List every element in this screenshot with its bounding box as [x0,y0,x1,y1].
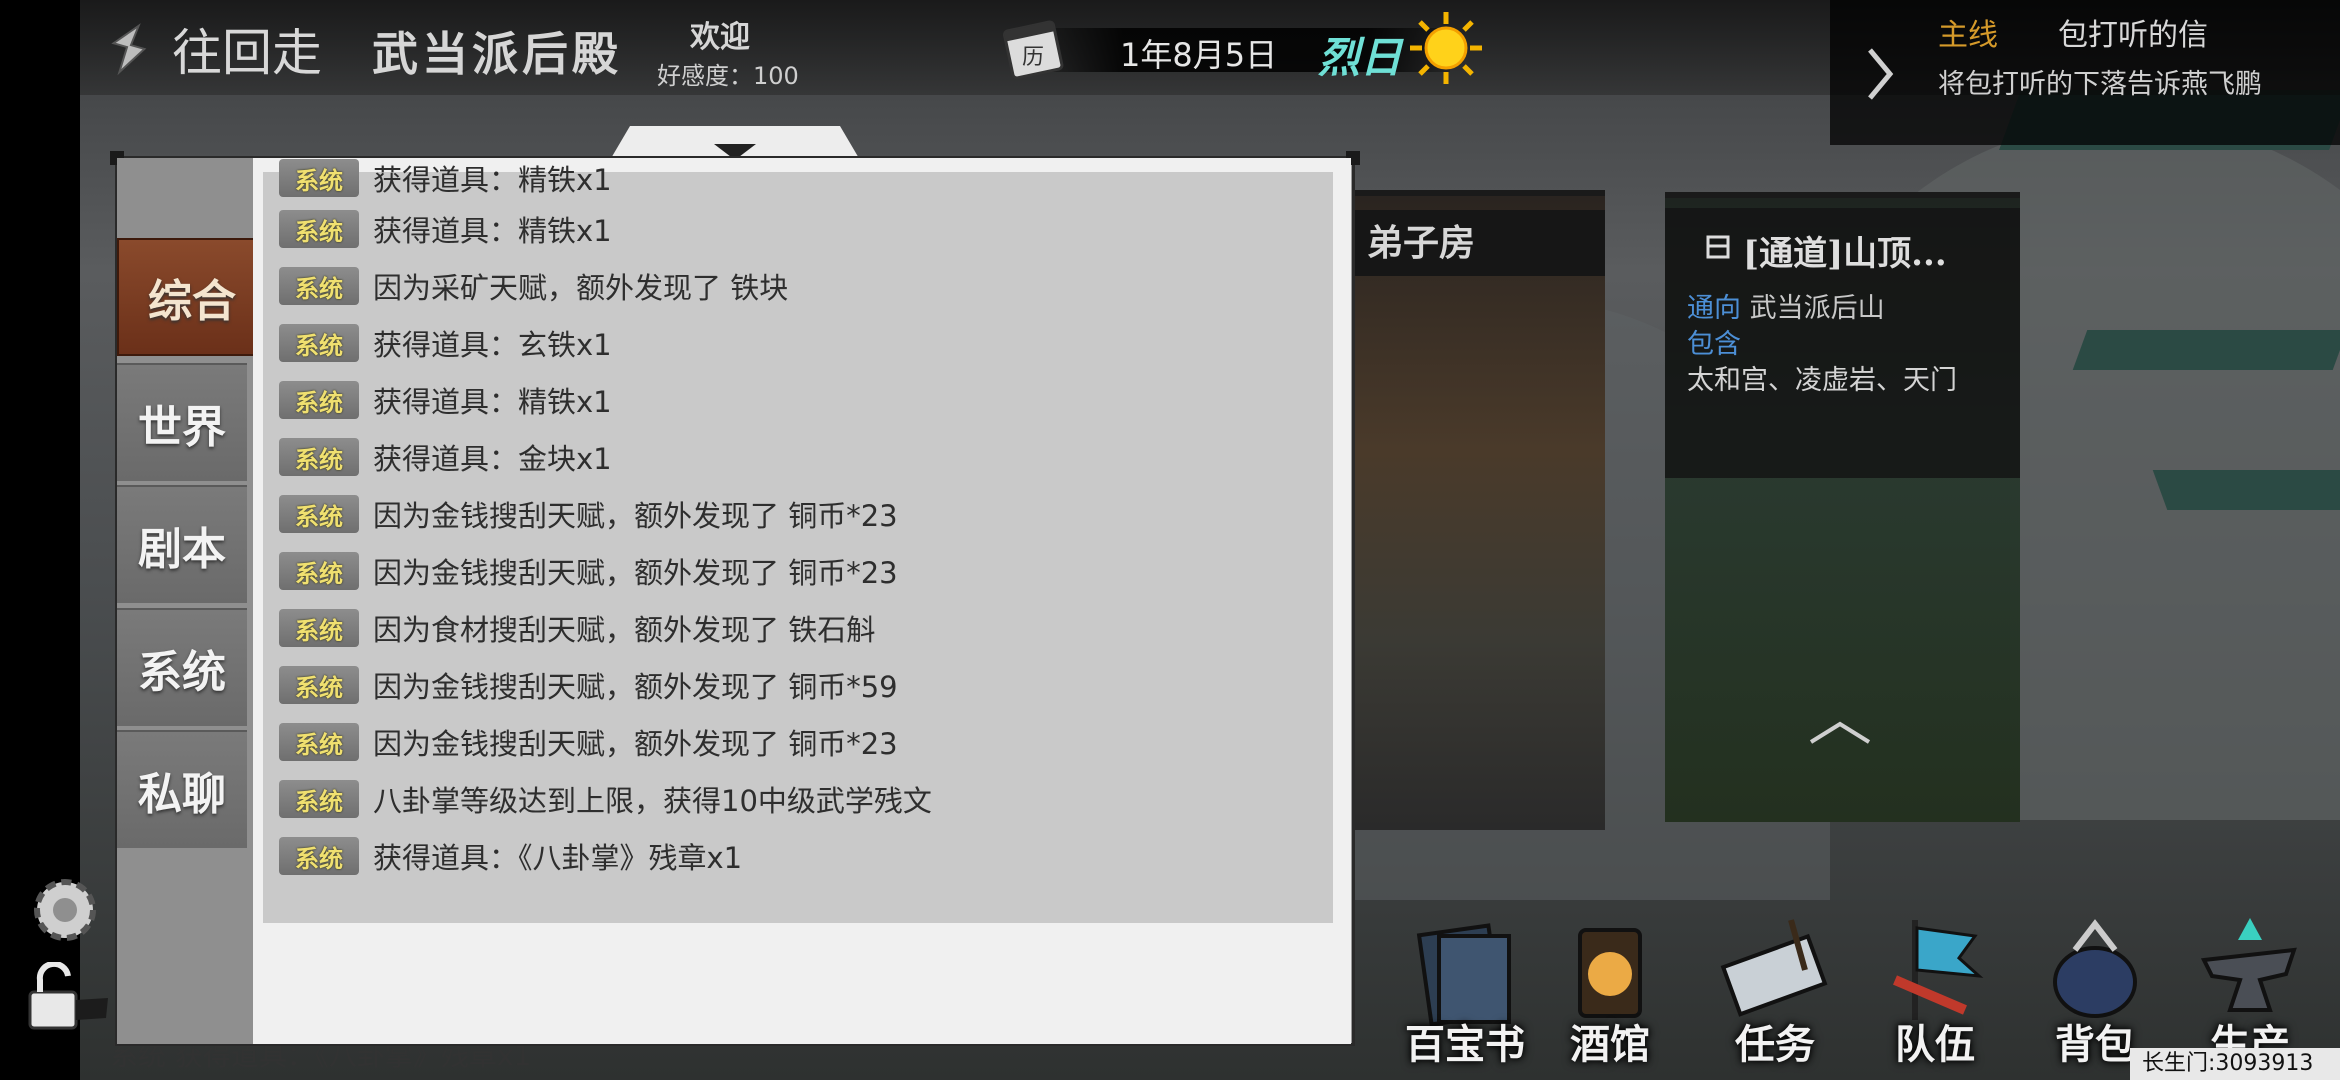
system-tag: 系统 [279,609,359,647]
tab-system[interactable]: 系统 [117,608,247,726]
list-item: 系统 因为金钱搜刮天赋，额外发现了 铜币*59 [279,665,898,705]
menu-label: 酒馆 [1570,1021,1650,1068]
menu-label: 任务 [1735,1021,1815,1068]
contains-label: 包含 [1687,329,1741,360]
message-area[interactable]: 系统 获得道具：精铁x1 系统 获得道具：精铁x1 系统 因为采矿天赋，额外发现了 铁… [253,158,1351,1044]
leads-to-value: 武当派后山 [1749,293,1885,324]
menu-label: 队伍 [1895,1021,1975,1068]
leads-to-label: 通向 [1687,293,1741,324]
menu-button-team[interactable]: 队伍 [1860,910,2010,1080]
quest-tracker[interactable]: 主线 包打听的信 将包打听的下落告诉燕飞鹏 [1830,0,2340,145]
system-tag: 系统 [279,723,359,761]
favor-value: 好感度：100 [657,62,799,90]
contains-value: 太和宫、凌虚岩、天门 [1687,365,1957,396]
menu-label: 百宝书 [1405,1021,1525,1068]
menu-button-tavern[interactable]: 酒馆 [1535,910,1685,1080]
message-text: 八卦掌等级达到上限，获得10中级武学残文 [373,784,932,818]
location-title: 武当派后殿 [372,27,622,81]
quest-type: 主线 [1938,18,1998,53]
svg-text:历: 历 [1022,45,1044,70]
tab-world[interactable]: 世界 [117,363,247,481]
message-text: 因为采矿天赋，额外发现了 铁块 [373,271,789,305]
message-list[interactable]: 系统 获得道具：精铁x1 系统 获得道具：精铁x1 系统 因为采矿天赋，额外发现了 铁… [263,159,1333,1044]
back-label: 往回走 [172,24,322,82]
tab-private[interactable]: 私聊 [117,730,247,848]
message-text: 获得道具：玄铁x1 [373,328,612,362]
message-text: 因为食材搜刮天赋，额外发现了 铁石斛 [373,613,876,647]
message-text: 因为金钱搜刮天赋，额外发现了 铜币*23 [373,556,898,590]
system-tag: 系统 [279,552,359,590]
chevron-right-icon[interactable] [1864,46,1894,102]
quest-description: 将包打听的下落告诉燕飞鹏 [1938,69,2262,100]
tab-general[interactable]: 综合 [117,238,267,356]
location-card-passage[interactable]: [通道]山顶... 通向 武当派后山 包含 太和宫、凌虚岩、天门 [1665,192,2020,822]
system-tag: 系统 [279,381,359,419]
list-item: 系统 因为采矿天赋，额外发现了 铁块 [279,266,788,306]
tab-script[interactable]: 剧本 [117,485,247,603]
message-text: 获得道具：精铁x1 [373,163,612,197]
message-text: 获得道具：精铁x1 [373,214,612,248]
system-tag: 系统 [279,780,359,818]
weather-text: 烈日 [1318,33,1403,82]
sun-icon [1410,12,1482,84]
message-text: 因为金钱搜刮天赋，额外发现了 铜币*23 [373,499,898,533]
door-icon [1706,235,1730,259]
system-tag: 系统 [279,438,359,476]
location-card-title: 弟子房 [1355,210,1605,276]
system-tag: 系统 [279,666,359,704]
list-item: 系统 获得道具：精铁x1 [279,209,612,249]
back-arrow-icon [111,23,147,76]
list-item: 系统 获得道具：《八卦掌》残章x1 [279,836,742,876]
date-weather-box: 历 1年8月5日 烈日 [1000,12,1490,84]
quest-name: 包打听的信 [2058,18,2208,53]
calendar-icon[interactable]: 历 [1000,16,1066,82]
list-item: 系统 八卦掌等级达到上限，获得10中级武学残文 [279,779,932,819]
list-item: 系统 获得道具：精铁x1 [279,158,612,198]
system-tag: 系统 [279,837,359,875]
menu-button-book[interactable]: 百宝书 [1390,910,1540,1080]
list-item: 系统 获得道具：金块x1 [279,437,612,477]
system-tag: 系统 [279,495,359,533]
welcome-text: 欢迎 [690,20,750,55]
message-text: 获得道具：金块x1 [373,442,612,476]
system-tag: 系统 [279,210,359,248]
list-item: 系统 获得道具：精铁x1 [279,380,612,420]
message-text: 获得道具：精铁x1 [373,385,612,419]
list-item: 系统 因为金钱搜刮天赋，额外发现了 铜币*23 [279,722,898,762]
message-text: 因为金钱搜刮天赋，额外发现了 铜币*23 [373,727,898,761]
message-text: 因为金钱搜刮天赋，额外发现了 铜币*59 [373,670,898,704]
location-card-title: [通道]山顶... [1743,234,1947,274]
system-tag: 系统 [279,267,359,305]
list-item: 系统 因为金钱搜刮天赋，额外发现了 铜币*23 [279,551,898,591]
chevron-up-icon[interactable] [1805,718,1875,748]
gear-icon[interactable] [20,870,110,950]
menu-button-tasks[interactable]: 任务 [1700,910,1850,1080]
message-text: 获得道具：《八卦掌》残章x1 [373,841,743,875]
system-tag: 系统 [279,324,359,362]
unlock-icon[interactable] [20,962,112,1032]
date-text: 1年8月5日 [1120,36,1278,74]
list-item: 系统 获得道具：玄铁x1 [279,323,612,363]
system-tag: 系统 [279,159,359,197]
list-item: 系统 因为金钱搜刮天赋，额外发现了 铜币*23 [279,494,898,534]
chat-channel-tabs: 综合 世界 剧本 系统 私聊 [117,158,267,1044]
list-item: 系统 因为食材搜刮天赋，额外发现了 铁石斛 [279,608,875,648]
server-id: 长生门:3093913 [2130,1048,2340,1080]
location-card-dorm[interactable]: 弟子房 [1355,190,1605,830]
back-button[interactable]: 往回走 [100,14,330,84]
